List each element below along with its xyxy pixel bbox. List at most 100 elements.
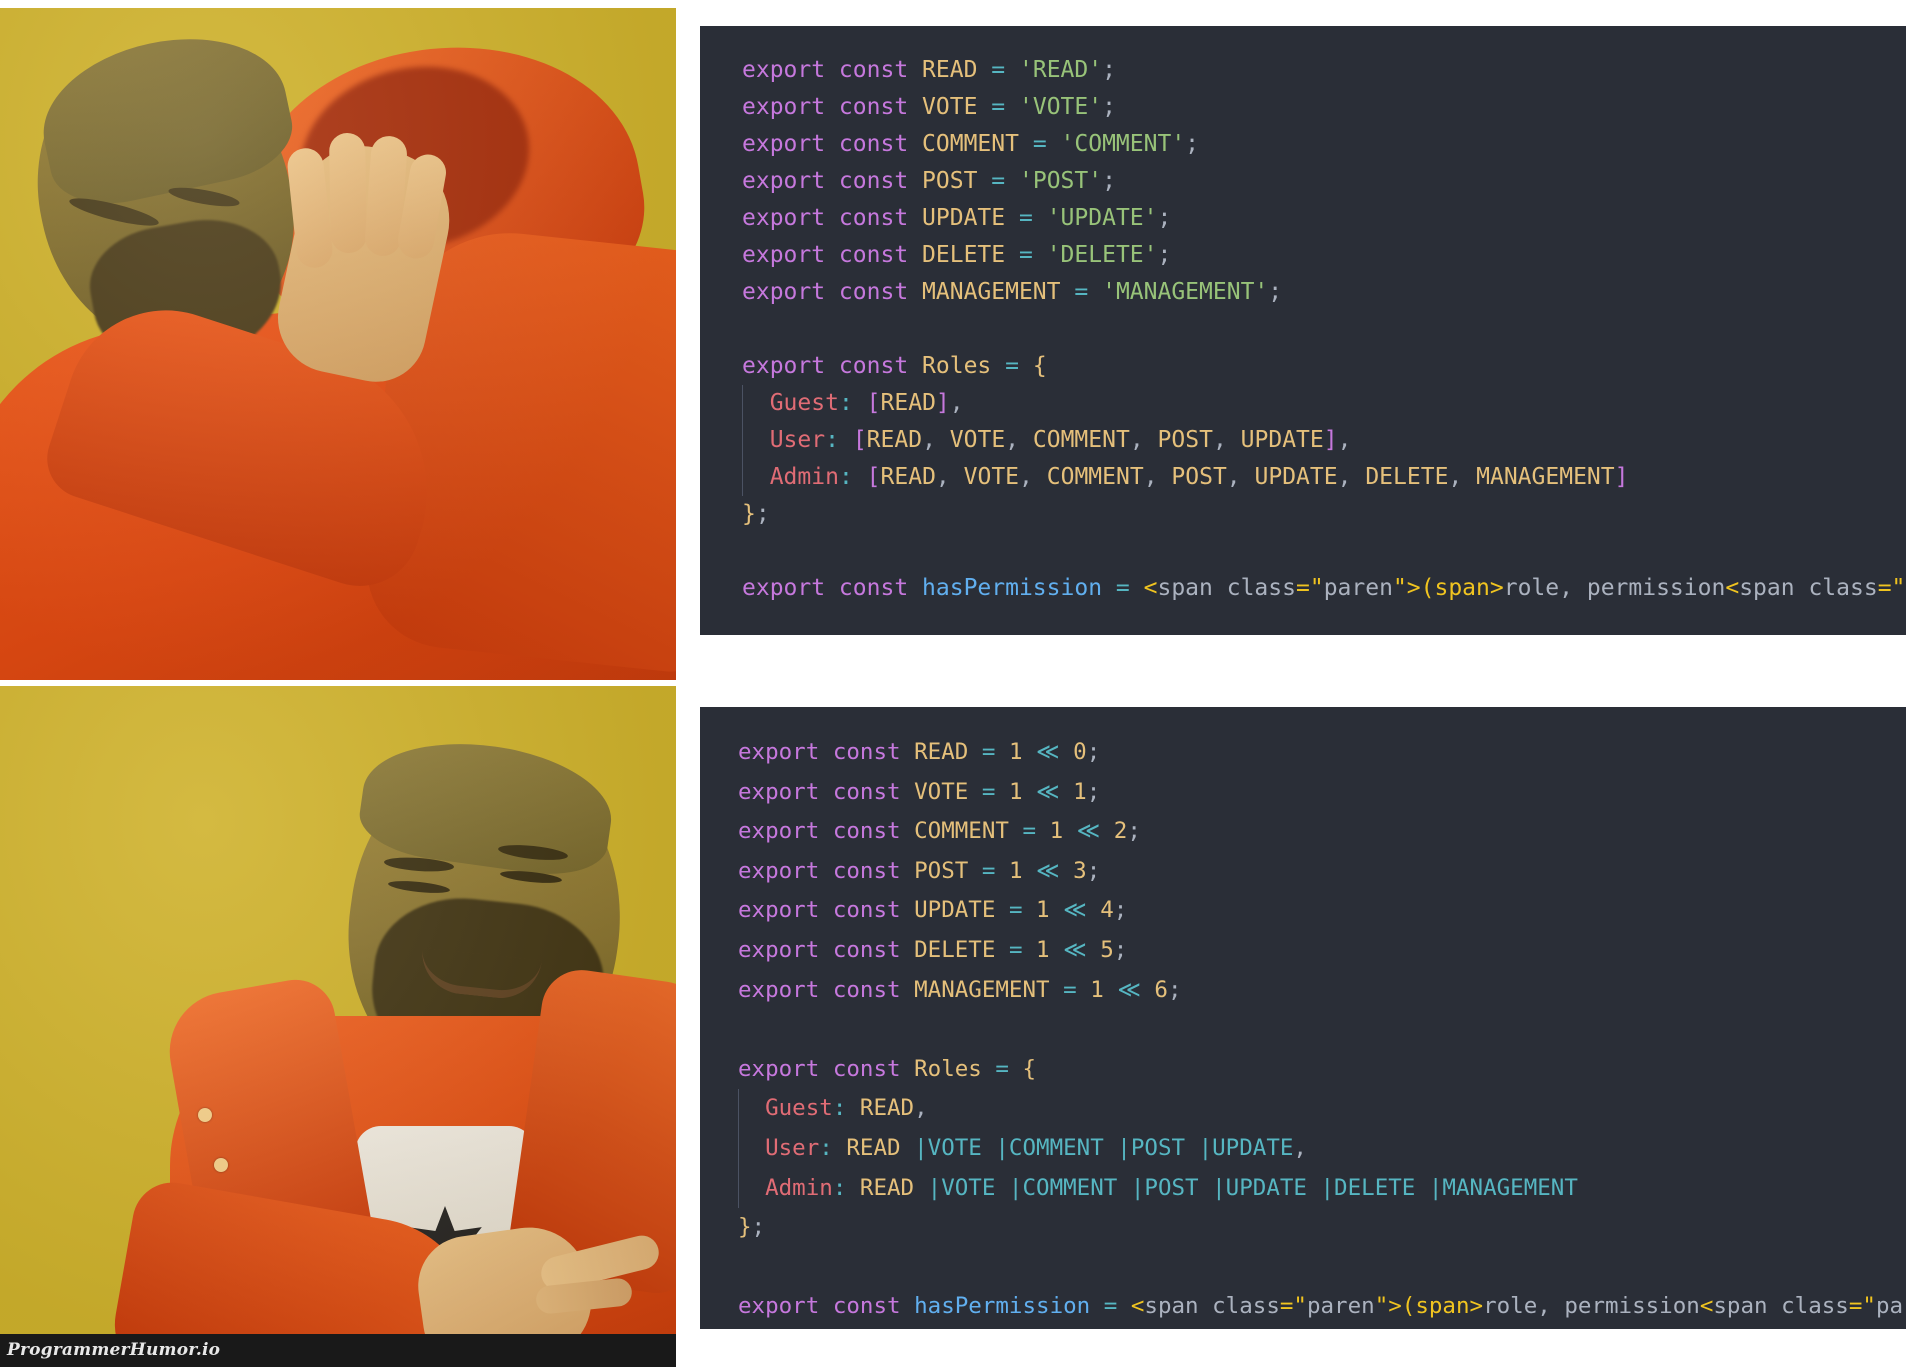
const-value: 'MANAGEMENT' (1102, 279, 1269, 305)
code-line: export const UPDATE = 'UPDATE'; (700, 200, 1906, 237)
equals-operator: = (981, 778, 996, 805)
const-name: MANAGEMENT (914, 976, 1050, 1003)
semicolon: ; (1102, 94, 1116, 120)
code-line: }; (700, 1208, 1906, 1248)
role-key: Admin (769, 464, 839, 490)
code-line: export const DELETE = 'DELETE'; (700, 237, 1906, 274)
shift-amount: 0 (1073, 739, 1087, 765)
function-name: hasPermission (922, 575, 1103, 601)
code-line: }; (700, 496, 1906, 533)
const-name: READ (914, 739, 969, 765)
semicolon: ; (1113, 897, 1128, 924)
code-line: export const DELETE = 1 ≪ 5; (700, 931, 1906, 971)
semicolon: ; (1268, 279, 1283, 305)
semicolon: ; (1102, 57, 1116, 83)
equals-operator: = (1008, 936, 1023, 963)
keyword-export-const: export const (742, 94, 909, 120)
code-line: Admin: [READ, VOTE, COMMENT, POST, UPDAT… (700, 459, 1906, 496)
meme-panel-reject (0, 8, 676, 680)
colon: : (838, 464, 853, 490)
keyword-export-const: export const (742, 353, 909, 379)
keyword-export-const: export const (742, 205, 909, 231)
code-line: export const MANAGEMENT = 'MANAGEMENT'; (700, 274, 1906, 311)
equals-operator: = (991, 94, 1006, 120)
code-line: Guest: [READ], (700, 385, 1906, 422)
equals-operator: = (995, 1055, 1009, 1082)
equals-operator: = (1008, 897, 1023, 924)
keyword-export-const: export const (738, 1293, 901, 1320)
code-line: export const MANAGEMENT = 1 ≪ 6; (700, 971, 1906, 1011)
function-params: <span class="paren">(span>role, permissi… (1130, 1293, 1906, 1320)
shift-amount: 4 (1100, 897, 1114, 924)
keyword-export-const: export const (742, 168, 909, 194)
const-name: UPDATE (914, 897, 996, 924)
colon: : (838, 390, 853, 416)
close-brace: }; (742, 501, 770, 527)
role-key: Guest (765, 1095, 833, 1122)
left-shift-operator: ≪ (1063, 936, 1087, 963)
roles-identifier: Roles (922, 353, 992, 379)
equals-operator: = (991, 57, 1006, 83)
code-line: export const READ = 'READ'; (700, 52, 1906, 89)
role-value: READ |VOTE |COMMENT |POST |UPDATE, (846, 1134, 1307, 1161)
const-value: 'COMMENT' (1060, 131, 1186, 157)
keyword-export-const: export const (738, 778, 901, 805)
keyword-export-const: export const (742, 279, 909, 305)
left-shift-operator: ≪ (1036, 739, 1060, 765)
watermark-text: ProgrammerHumor.io (7, 1340, 221, 1360)
meme-panel-approve: A I R (0, 686, 676, 1358)
role-value: READ, (859, 1095, 928, 1122)
code-block-bitmask-permissions: export const READ = 1 ≪ 0; export const … (700, 707, 1906, 1329)
semicolon: ; (1185, 131, 1200, 157)
keyword-export-const: export const (742, 57, 909, 83)
shift-amount: 6 (1154, 976, 1168, 1003)
colon: : (825, 427, 839, 453)
role-value: READ |VOTE |COMMENT |POST |UPDATE |DELET… (859, 1174, 1578, 1201)
code-block-string-permissions: export const READ = 'READ'; export const… (700, 26, 1906, 635)
role-value: [READ, VOTE, COMMENT, POST, UPDATE, DELE… (866, 464, 1629, 490)
equals-operator: = (1018, 205, 1033, 231)
code-line: Guest: READ, (700, 1089, 1906, 1129)
semicolon: ; (1102, 168, 1116, 194)
const-name: UPDATE (922, 205, 1006, 231)
function-params: <span class="paren">(span>role, permissi… (1143, 575, 1906, 601)
colon: : (832, 1174, 847, 1201)
semicolon: ; (1086, 857, 1101, 884)
code-line: User: READ |VOTE |COMMENT |POST |UPDATE, (700, 1128, 1906, 1169)
code-line: export const POST = 1 ≪ 3; (700, 852, 1906, 892)
const-value: 'UPDATE' (1046, 205, 1158, 231)
shift-amount: 2 (1113, 818, 1128, 845)
equals-operator: = (1074, 279, 1089, 305)
left-shift-operator: ≪ (1076, 818, 1101, 845)
equals-operator: = (981, 739, 996, 765)
hand-finger (328, 132, 368, 254)
open-brace: { (1022, 1055, 1037, 1082)
code-line: export const UPDATE = 1 ≪ 4; (700, 891, 1906, 931)
const-name: DELETE (922, 242, 1006, 268)
base-value: 1 (1036, 897, 1050, 924)
meme-panels-column: A I R ProgrammerHumor.io (0, 0, 676, 1367)
keyword-export-const: export const (738, 739, 901, 765)
equals-operator: = (1022, 818, 1037, 845)
code-line-has-permission: export const hasPermission = <span class… (700, 570, 1906, 607)
roles-identifier: Roles (914, 1055, 982, 1082)
const-value: 'VOTE' (1019, 94, 1103, 120)
keyword-export-const: export const (738, 936, 901, 963)
code-line: Admin: READ |VOTE |COMMENT |POST |UPDATE… (700, 1168, 1906, 1209)
const-name: MANAGEMENT (922, 279, 1061, 305)
code-line: export const READ = 1 ≪ 0; (700, 733, 1906, 773)
semicolon: ; (1127, 818, 1141, 845)
const-name: POST (922, 168, 978, 194)
drake-rejecting-illustration (0, 8, 676, 680)
equals-operator: = (1103, 1293, 1118, 1320)
const-name: VOTE (922, 94, 978, 120)
code-column: export const READ = 'READ'; export const… (700, 0, 1906, 1367)
keyword-export-const: export const (738, 897, 901, 924)
keyword-export-const: export const (742, 131, 909, 157)
equals-operator: = (1018, 242, 1033, 268)
base-value: 1 (1049, 818, 1064, 845)
left-shift-operator: ≪ (1117, 976, 1141, 1003)
role-value: [READ], (866, 390, 964, 416)
const-name: READ (922, 57, 978, 83)
const-value: 'POST' (1019, 168, 1103, 194)
